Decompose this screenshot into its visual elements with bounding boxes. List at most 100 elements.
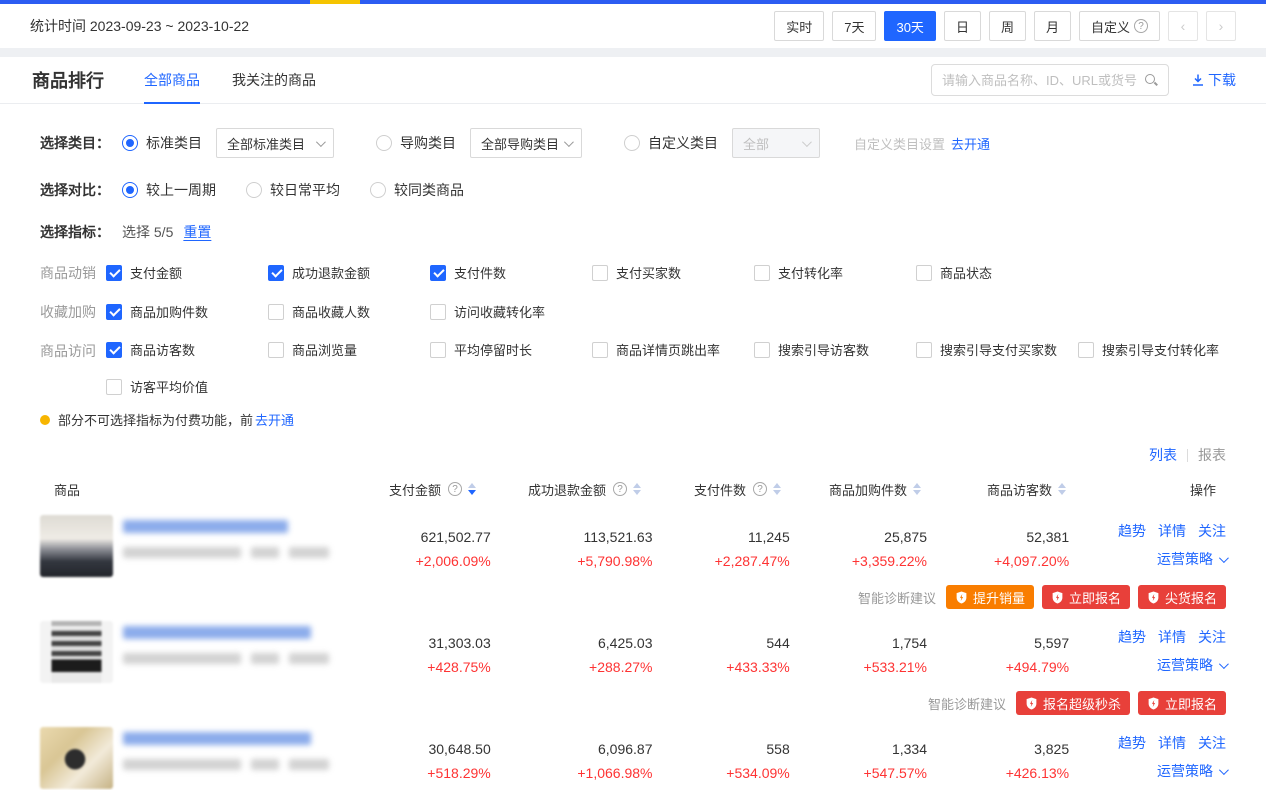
period-custom-label: 自定义: [1091, 17, 1130, 36]
help-icon[interactable]: [448, 482, 462, 496]
badge-flash-sale-signup[interactable]: 报名超级秒杀: [1016, 691, 1130, 715]
metric-avg-stay[interactable]: 平均停留时长: [430, 340, 592, 359]
metric-search-pay-conversion[interactable]: 搜索引导支付转化率: [1078, 340, 1240, 359]
metric-visitors[interactable]: 商品访客数: [106, 340, 268, 359]
product-title-blurred[interactable]: [123, 626, 311, 639]
product-cell[interactable]: [40, 515, 329, 577]
help-icon[interactable]: [753, 482, 767, 496]
header-label: 商品加购件数: [829, 480, 907, 499]
metrics-count: 选择 5/5: [122, 222, 173, 242]
header-pay-amount[interactable]: 支付金额: [311, 480, 476, 499]
metric-visit-favorite-rate[interactable]: 访问收藏转化率: [430, 301, 592, 322]
metric-pageviews[interactable]: 商品浏览量: [268, 340, 430, 359]
view-report-button[interactable]: 报表: [1198, 445, 1226, 465]
sort-icon[interactable]: [633, 483, 641, 495]
metric-product-status[interactable]: 商品状态: [916, 262, 1078, 283]
header-cart-items[interactable]: 商品加购件数: [781, 480, 921, 499]
metric-cart-items[interactable]: 商品加购件数: [106, 301, 268, 322]
follow-link[interactable]: 关注: [1198, 521, 1226, 541]
product-table: 商品 支付金额 成功退款金额 支付件数 商品加购件数 商品访客数: [0, 471, 1266, 790]
prev-period-button[interactable]: ‹: [1168, 11, 1198, 41]
detail-link[interactable]: 详情: [1158, 733, 1186, 753]
activate-link[interactable]: 去开通: [951, 134, 990, 153]
search-icon[interactable]: [1144, 73, 1158, 87]
checkbox-icon: [430, 342, 446, 358]
metric-cell-pay-items: 544+433.33%: [653, 621, 790, 683]
metric-label: 商品访客数: [130, 340, 195, 359]
period-7d-button[interactable]: 7天: [832, 11, 876, 41]
metric-bounce-rate[interactable]: 商品详情页跳出率: [592, 340, 754, 359]
notice-activate-link[interactable]: 去开通: [255, 410, 294, 429]
detail-link[interactable]: 详情: [1158, 627, 1186, 647]
trend-link[interactable]: 趋势: [1118, 733, 1146, 753]
period-realtime-button[interactable]: 实时: [774, 11, 824, 41]
trend-link[interactable]: 趋势: [1118, 627, 1146, 647]
badge-signup-now[interactable]: 立即报名: [1138, 691, 1226, 715]
checkbox-icon: [916, 265, 932, 281]
search-input[interactable]: [942, 73, 1144, 88]
strategy-dropdown[interactable]: 运营策略: [1157, 655, 1226, 675]
sort-icon[interactable]: [468, 483, 476, 495]
product-title-blurred[interactable]: [123, 520, 288, 533]
download-button[interactable]: 下载: [1191, 70, 1236, 90]
product-image[interactable]: [40, 727, 113, 789]
strategy-dropdown[interactable]: 运营策略: [1157, 761, 1226, 781]
product-info: [123, 515, 329, 577]
product-title-blurred[interactable]: [123, 732, 311, 745]
tab-followed-products[interactable]: 我关注的商品: [232, 57, 316, 104]
radio-icon: [370, 182, 386, 198]
badge-signup-now[interactable]: 立即报名: [1042, 585, 1130, 609]
period-30d-button[interactable]: 30天: [884, 11, 935, 41]
view-list-button[interactable]: 列表: [1149, 445, 1177, 465]
product-meta-blurred: [123, 653, 329, 664]
sort-icon[interactable]: [1058, 483, 1066, 495]
product-image[interactable]: [40, 621, 113, 683]
radio-daily-average[interactable]: 较日常平均: [246, 180, 340, 200]
sort-icon[interactable]: [913, 483, 921, 495]
radio-similar-products[interactable]: 较同类商品: [370, 180, 464, 200]
metric-pay-conversion[interactable]: 支付转化率: [754, 262, 916, 283]
header-refund-amount[interactable]: 成功退款金额: [476, 480, 641, 499]
next-period-button[interactable]: ›: [1206, 11, 1236, 41]
metric-visitor-value[interactable]: 访客平均价值: [106, 377, 268, 396]
detail-link[interactable]: 详情: [1158, 521, 1186, 541]
radio-custom-category[interactable]: 自定义类目: [624, 133, 718, 153]
badge-boost-sales[interactable]: 提升销量: [946, 585, 1034, 609]
standard-category-select[interactable]: 全部标准类目: [216, 128, 334, 158]
product-image[interactable]: [40, 515, 113, 577]
badge-top-product-signup[interactable]: 尖货报名: [1138, 585, 1226, 609]
select-value: 全部: [743, 134, 769, 153]
header-visitors[interactable]: 商品访客数: [921, 480, 1066, 499]
card-header: 商品排行 全部商品 我关注的商品 下载: [0, 57, 1266, 104]
sort-icon[interactable]: [773, 483, 781, 495]
metric-cell-cart-items: 1,754+533.21%: [790, 621, 927, 683]
metric-pay-buyers[interactable]: 支付买家数: [592, 262, 754, 283]
product-cell[interactable]: [40, 727, 329, 789]
trend-link[interactable]: 趋势: [1118, 521, 1146, 541]
metric-refund-amount[interactable]: 成功退款金额: [268, 262, 430, 283]
follow-link[interactable]: 关注: [1198, 627, 1226, 647]
period-month-button[interactable]: 月: [1034, 11, 1071, 41]
help-icon[interactable]: [613, 482, 627, 496]
radio-guide-category[interactable]: 导购类目: [376, 133, 456, 153]
radio-prev-period[interactable]: 较上一周期: [122, 180, 216, 200]
metric-pay-items[interactable]: 支付件数: [430, 262, 592, 283]
metric-search-pay-buyers[interactable]: 搜索引导支付买家数: [916, 340, 1078, 359]
product-cell[interactable]: [40, 621, 329, 683]
radio-standard-category[interactable]: 标准类目: [122, 133, 202, 153]
follow-link[interactable]: 关注: [1198, 733, 1226, 753]
product-search-box[interactable]: [931, 64, 1169, 96]
metric-search-visitors[interactable]: 搜索引导访客数: [754, 340, 916, 359]
header-pay-items[interactable]: 支付件数: [641, 480, 781, 499]
strategy-dropdown[interactable]: 运营策略: [1157, 549, 1226, 569]
notice-dot-icon: [40, 415, 50, 425]
select-value: 全部导购类目: [481, 134, 559, 153]
metrics-reset-link[interactable]: 重置: [183, 222, 211, 242]
period-custom-button[interactable]: 自定义: [1079, 11, 1160, 41]
tab-all-products[interactable]: 全部商品: [144, 57, 200, 104]
period-day-button[interactable]: 日: [944, 11, 981, 41]
period-week-button[interactable]: 周: [989, 11, 1026, 41]
metric-favorite-users[interactable]: 商品收藏人数: [268, 301, 430, 322]
metric-pay-amount[interactable]: 支付金额: [106, 262, 268, 283]
guide-category-select[interactable]: 全部导购类目: [470, 128, 582, 158]
